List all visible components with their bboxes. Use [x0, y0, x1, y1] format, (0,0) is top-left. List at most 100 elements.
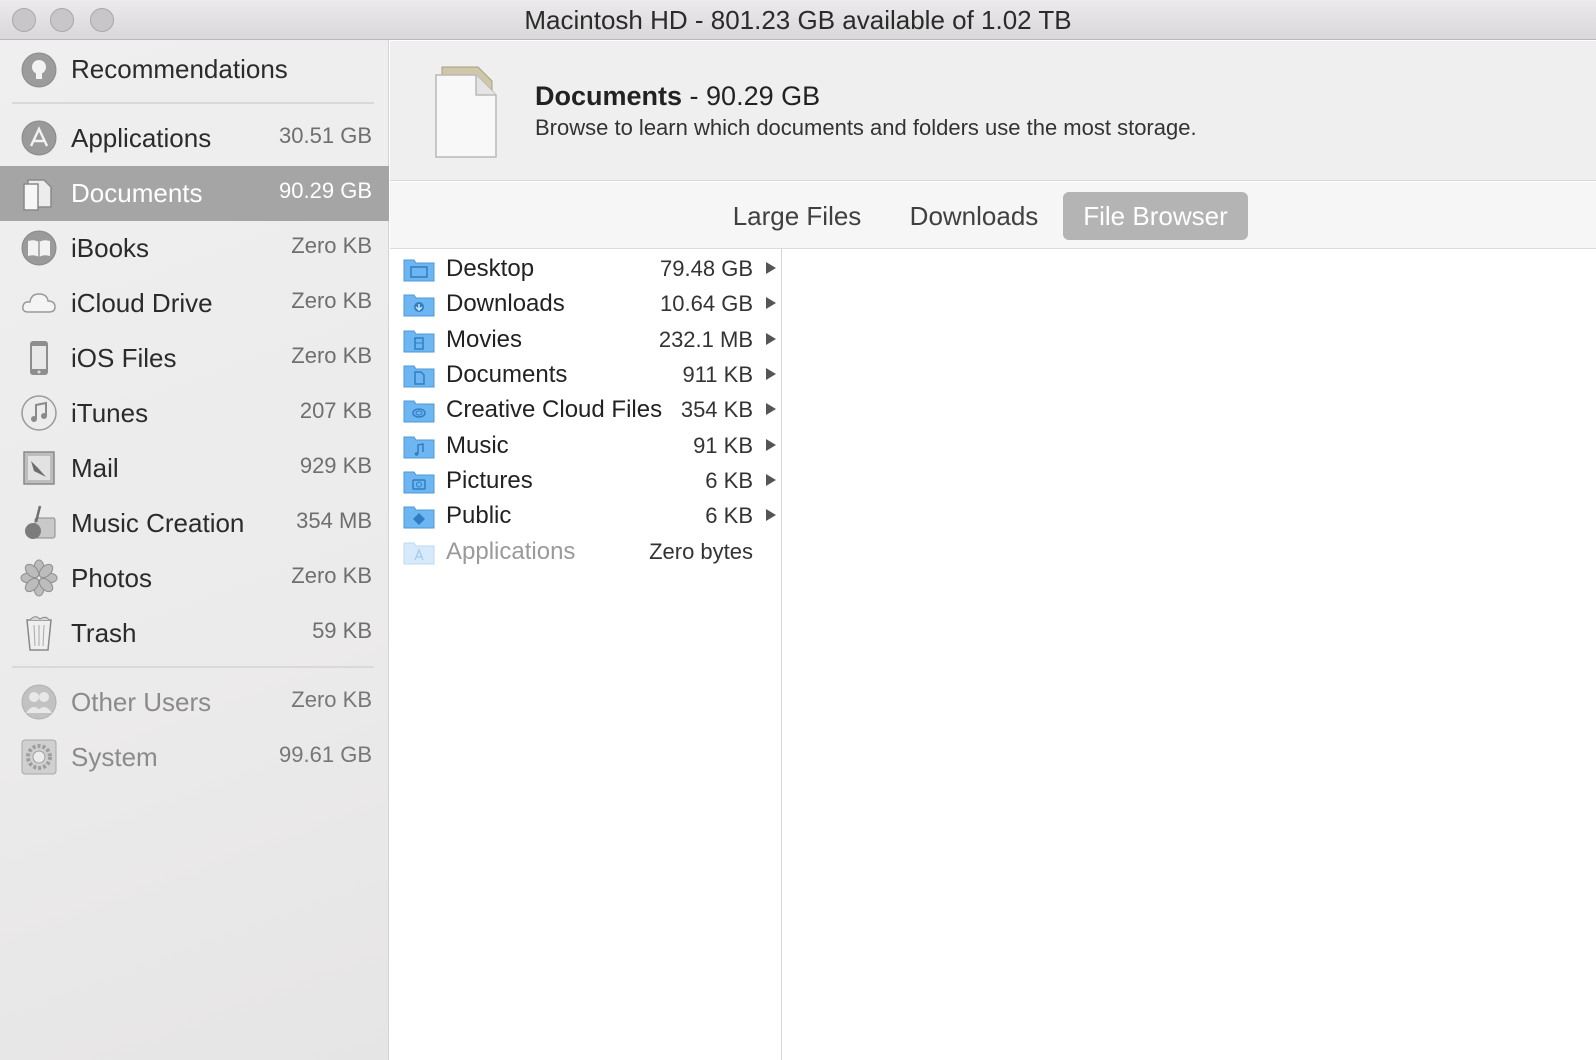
- sidebar-item-label: iBooks: [71, 233, 150, 263]
- disclosure-arrow-icon[interactable]: [766, 439, 776, 451]
- sidebar-divider: [12, 666, 374, 668]
- disclosure-arrow-icon[interactable]: [766, 509, 776, 521]
- sidebar-item-size: 59 KB: [312, 618, 372, 643]
- file-row-public[interactable]: Public 6 KB: [390, 498, 781, 533]
- disclosure-arrow-icon[interactable]: [766, 474, 776, 486]
- storage-management-window: Macintosh HD - 801.23 GB available of 1.…: [0, 0, 1596, 1060]
- sidebar-item-photos[interactable]: Photos Zero KB: [0, 551, 389, 606]
- sidebar-item-label: Applications: [71, 123, 212, 153]
- sidebar-item-label: Mail: [71, 453, 119, 483]
- header-size: 90.29 GB: [706, 81, 821, 111]
- file-browser: Desktop 79.48 GB Downloads 10.64 GB Movi…: [390, 249, 1596, 1060]
- pictures-folder-icon: [403, 471, 435, 494]
- file-name: Pictures: [446, 467, 533, 494]
- sidebar-item-label: iCloud Drive: [71, 288, 213, 318]
- sidebar-item-label: Music Creation: [71, 508, 245, 538]
- sidebar-item-size: Zero KB: [291, 288, 372, 313]
- sidebar-item-system[interactable]: System 99.61 GB: [0, 730, 389, 785]
- sidebar-item-other-users[interactable]: Other Users Zero KB: [0, 675, 389, 730]
- sidebar-item-size: Zero KB: [291, 233, 372, 258]
- header-subtitle: Browse to learn which documents and fold…: [535, 115, 1197, 140]
- documents-folder-icon: [403, 365, 435, 388]
- sidebar-divider: [12, 102, 374, 104]
- disclosure-arrow-icon[interactable]: [766, 403, 776, 415]
- file-size: Zero bytes: [649, 539, 753, 564]
- sidebar-item-ios-files[interactable]: iOS Files Zero KB: [0, 331, 389, 386]
- sidebar-item-trash[interactable]: Trash 59 KB: [0, 606, 389, 661]
- sidebar-item-icloud-drive[interactable]: iCloud Drive Zero KB: [0, 276, 389, 331]
- file-name: Downloads: [446, 290, 565, 317]
- sidebar-item-label: iTunes: [71, 398, 149, 428]
- file-name: Documents: [446, 361, 568, 388]
- file-row-pictures[interactable]: Pictures 6 KB: [390, 463, 781, 498]
- header-title: Documents - 90.29 GB: [535, 81, 820, 112]
- disclosure-arrow-icon[interactable]: [766, 262, 776, 274]
- file-size: 91 KB: [693, 433, 753, 458]
- photos-flower-icon: [20, 559, 58, 597]
- sidebar-item-size: Zero KB: [291, 687, 372, 712]
- file-row-documents[interactable]: Documents 911 KB: [390, 357, 781, 392]
- sidebar-item-label: Trash: [71, 618, 137, 648]
- file-name: Public: [446, 502, 512, 529]
- music-folder-icon: [403, 436, 435, 459]
- sidebar-item-applications[interactable]: Applications 30.51 GB: [0, 111, 389, 166]
- sidebar-item-size: 90.29 GB: [279, 178, 372, 203]
- app-store-icon: [21, 120, 57, 156]
- sidebar-item-recommendations[interactable]: Recommendations: [0, 42, 389, 97]
- tab-large-files[interactable]: Large Files: [722, 192, 872, 240]
- sidebar-item-label: Other Users: [71, 687, 212, 717]
- file-row-creative-cloud-files[interactable]: Creative Cloud Files 354 KB: [390, 392, 781, 427]
- file-row-desktop[interactable]: Desktop 79.48 GB: [390, 251, 781, 286]
- tab-file-browser[interactable]: File Browser: [1063, 192, 1248, 240]
- file-name: Movies: [446, 326, 523, 353]
- file-name: Desktop: [446, 255, 535, 282]
- file-row-downloads[interactable]: Downloads 10.64 GB: [390, 286, 781, 321]
- tab-bar: Large Files Downloads File Browser: [390, 182, 1596, 249]
- file-size: 6 KB: [705, 468, 753, 493]
- gear-icon: [21, 739, 57, 775]
- book-icon: [21, 230, 57, 266]
- sidebar-item-label: Documents: [71, 178, 203, 208]
- category-header: Documents - 90.29 GB Browse to learn whi…: [390, 41, 1596, 181]
- lightbulb-icon: [21, 52, 57, 88]
- sidebar-item-label: System: [71, 742, 158, 772]
- file-size: 79.48 GB: [660, 256, 753, 281]
- file-name: Creative Cloud Files: [446, 396, 663, 423]
- sidebar-item-music-creation[interactable]: Music Creation 354 MB: [0, 496, 389, 551]
- sidebar-item-documents[interactable]: Documents 90.29 GB: [0, 166, 389, 221]
- tab-downloads[interactable]: Downloads: [895, 192, 1053, 240]
- applications-folder-icon: [403, 542, 435, 565]
- file-size: 10.64 GB: [660, 291, 753, 316]
- sidebar-item-size: 207 KB: [299, 398, 372, 423]
- file-size: 911 KB: [682, 362, 753, 387]
- disclosure-arrow-icon[interactable]: [766, 333, 776, 345]
- file-name: Music: [446, 432, 509, 459]
- sidebar: Recommendations Applications 30.51 GB Do…: [0, 40, 389, 1060]
- sidebar-item-mail[interactable]: Mail 929 KB: [0, 441, 389, 496]
- document-stack-icon: [435, 66, 497, 158]
- sidebar-item-label: iOS Files: [71, 343, 177, 373]
- column-divider[interactable]: [781, 249, 782, 1060]
- music-note-icon: [21, 395, 57, 431]
- users-icon: [21, 684, 57, 720]
- movies-folder-icon: [403, 330, 435, 353]
- file-row-music[interactable]: Music 91 KB: [390, 428, 781, 463]
- header-separator: -: [682, 81, 707, 111]
- sidebar-item-size: 99.61 GB: [279, 742, 372, 767]
- sidebar-item-size: Zero KB: [291, 563, 372, 588]
- sidebar-item-itunes[interactable]: iTunes 207 KB: [0, 386, 389, 441]
- trash-icon: [26, 616, 52, 651]
- file-size: 354 KB: [680, 397, 753, 422]
- downloads-folder-icon: [403, 294, 435, 317]
- public-folder-icon: [403, 506, 435, 529]
- disclosure-arrow-icon[interactable]: [766, 297, 776, 309]
- sidebar-item-size: 30.51 GB: [279, 123, 372, 148]
- sidebar-item-label: Recommendations: [71, 54, 288, 84]
- disclosure-arrow-icon[interactable]: [766, 368, 776, 380]
- header-category: Documents: [535, 81, 683, 111]
- file-row-applications[interactable]: Applications Zero bytes: [390, 534, 781, 569]
- sidebar-item-size: Zero KB: [291, 343, 372, 368]
- sidebar-item-ibooks[interactable]: iBooks Zero KB: [0, 221, 389, 276]
- file-row-movies[interactable]: Movies 232.1 MB: [390, 322, 781, 357]
- guitar-icon: [25, 505, 56, 539]
